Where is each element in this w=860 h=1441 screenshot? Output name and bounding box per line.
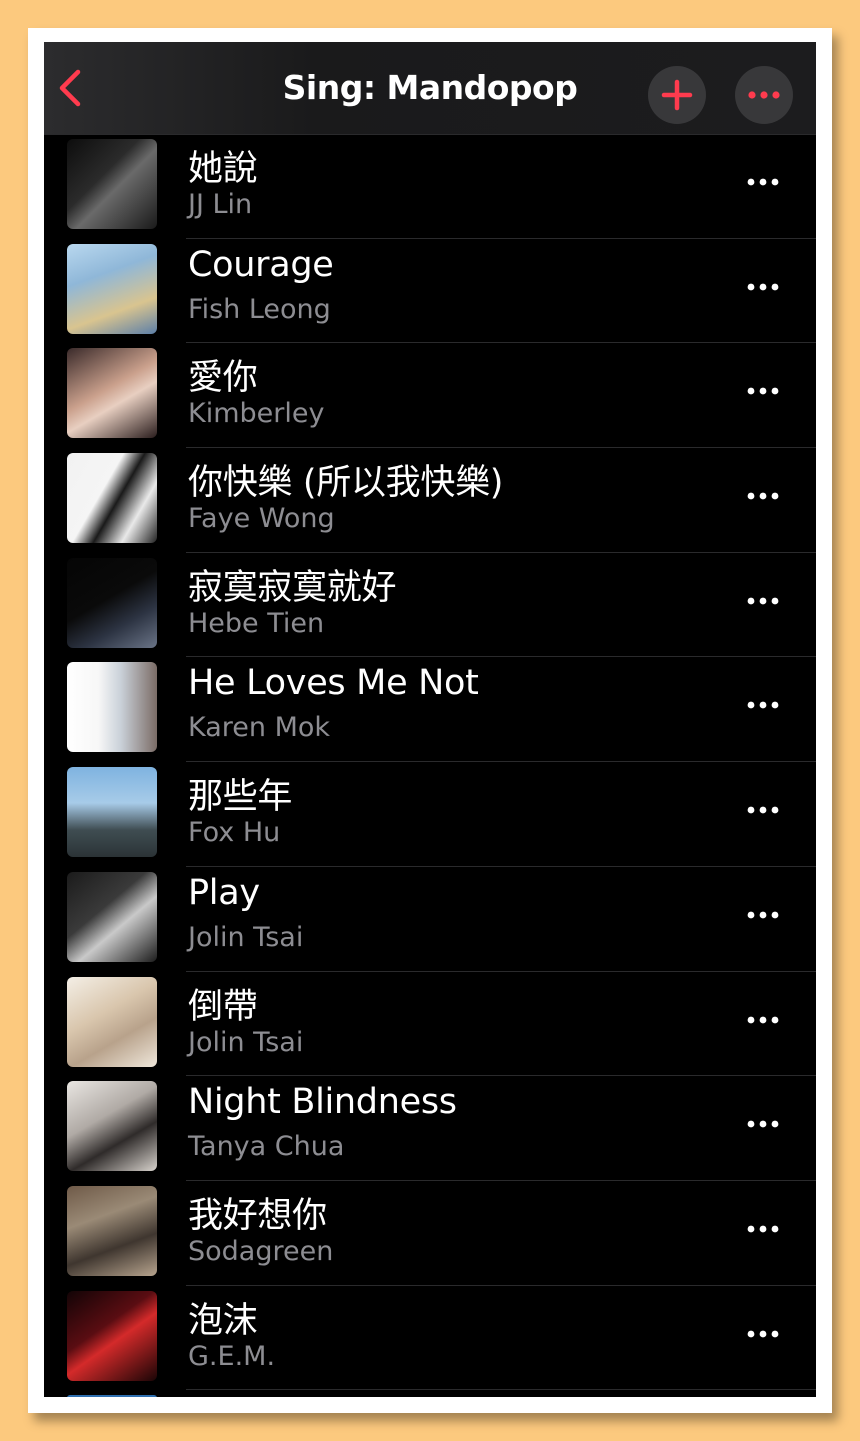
song-row[interactable]: 她說 JJ Lin [44, 134, 816, 239]
album-art [67, 139, 157, 229]
song-title: 泡沫 [188, 1300, 258, 1341]
song-more-button[interactable] [740, 1002, 786, 1038]
song-row[interactable]: Play Jolin Tsai [44, 867, 816, 972]
song-artist: Jolin Tsai [188, 1026, 304, 1058]
ellipsis-icon [747, 178, 779, 186]
more-options-button[interactable] [735, 66, 793, 124]
song-more-button[interactable] [740, 269, 786, 305]
song-row[interactable]: 你快樂 (所以我快樂) Faye Wong [44, 448, 816, 553]
song-artist: Fish Leong [188, 293, 331, 325]
song-more-button[interactable] [740, 1211, 786, 1247]
song-artist: Kimberley [188, 398, 325, 430]
song-more-button[interactable] [740, 583, 786, 619]
song-artist: G.E.M. [188, 1340, 276, 1372]
song-title: 你快樂 (所以我快樂) [188, 463, 504, 504]
song-more-button[interactable] [740, 687, 786, 723]
song-title: 那些年 [188, 777, 293, 818]
song-title: 她說 [188, 149, 258, 189]
add-button[interactable] [648, 66, 706, 124]
album-art [67, 453, 157, 544]
plus-icon [661, 79, 693, 111]
app-screen: Sing: Mandopop 她說 JJ Lin Courage Fish Leong… [44, 42, 816, 1397]
song-artist: Sodagreen [188, 1235, 334, 1267]
song-more-button[interactable] [740, 792, 786, 828]
song-more-button[interactable] [740, 1316, 786, 1352]
song-title: 倒帶 [188, 986, 258, 1027]
song-title: 寂寞寂寞就好 [188, 567, 397, 608]
song-artist: Hebe Tien [188, 607, 325, 639]
ellipsis-icon [748, 91, 780, 99]
song-artist: Fox Hu [188, 817, 281, 849]
album-art [67, 1290, 157, 1381]
song-more-button[interactable] [740, 373, 786, 409]
ellipsis-icon [747, 1120, 779, 1128]
song-title: 我好想你 [188, 1195, 327, 1236]
album-art [67, 871, 157, 962]
song-row[interactable]: He Loves Me Not Karen Mok [44, 657, 816, 763]
song-title: Night Blindness [188, 1082, 457, 1123]
song-row[interactable]: 愛你 Kimberley [44, 343, 816, 449]
ellipsis-icon [747, 283, 779, 291]
song-row[interactable]: 泡沫 G.E.M. [44, 1286, 816, 1391]
ellipsis-icon [747, 492, 779, 500]
song-list: 她說 JJ Lin Courage Fish Leong 愛你 Kimberley 你快樂 … [44, 134, 816, 1391]
album-art [67, 1081, 157, 1172]
song-more-button[interactable] [740, 164, 786, 200]
navigation-bar: Sing: Mandopop [44, 42, 816, 135]
song-row[interactable]: 倒帶 Jolin Tsai [44, 972, 816, 1077]
album-art [67, 662, 157, 753]
album-art [67, 767, 157, 858]
ellipsis-icon [747, 1225, 779, 1233]
ellipsis-icon [747, 911, 779, 919]
song-row[interactable]: Night Blindness Tanya Chua [44, 1076, 816, 1181]
song-more-button[interactable] [740, 897, 786, 933]
song-row[interactable]: Courage Fish Leong [44, 239, 816, 344]
album-art [67, 348, 157, 439]
next-album-art-peek [67, 1395, 157, 1397]
song-title: Courage [188, 244, 334, 285]
ellipsis-icon [747, 597, 779, 605]
song-row[interactable]: 寂寞寂寞就好 Hebe Tien [44, 553, 816, 658]
song-more-button[interactable] [740, 478, 786, 514]
song-artist: Karen Mok [188, 712, 331, 744]
row-separator [186, 1389, 816, 1391]
album-art [67, 976, 157, 1067]
song-artist: Jolin Tsai [188, 921, 304, 953]
song-artist: JJ Lin [188, 189, 253, 220]
song-more-button[interactable] [740, 1106, 786, 1142]
album-art [67, 1185, 157, 1276]
album-art [67, 557, 157, 648]
album-art [67, 243, 157, 334]
song-artist: Tanya Chua [188, 1131, 345, 1163]
ellipsis-icon [747, 702, 779, 709]
song-row[interactable]: 那些年 Fox Hu [44, 762, 816, 867]
song-title: Play [188, 872, 260, 913]
ellipsis-icon [747, 387, 779, 395]
song-title: 愛你 [188, 358, 258, 399]
song-artist: Faye Wong [188, 503, 335, 535]
song-row[interactable]: 我好想你 Sodagreen [44, 1181, 816, 1286]
ellipsis-icon [747, 806, 779, 814]
song-title: He Loves Me Not [188, 663, 479, 704]
ellipsis-icon [747, 1330, 779, 1337]
ellipsis-icon [747, 1016, 779, 1023]
